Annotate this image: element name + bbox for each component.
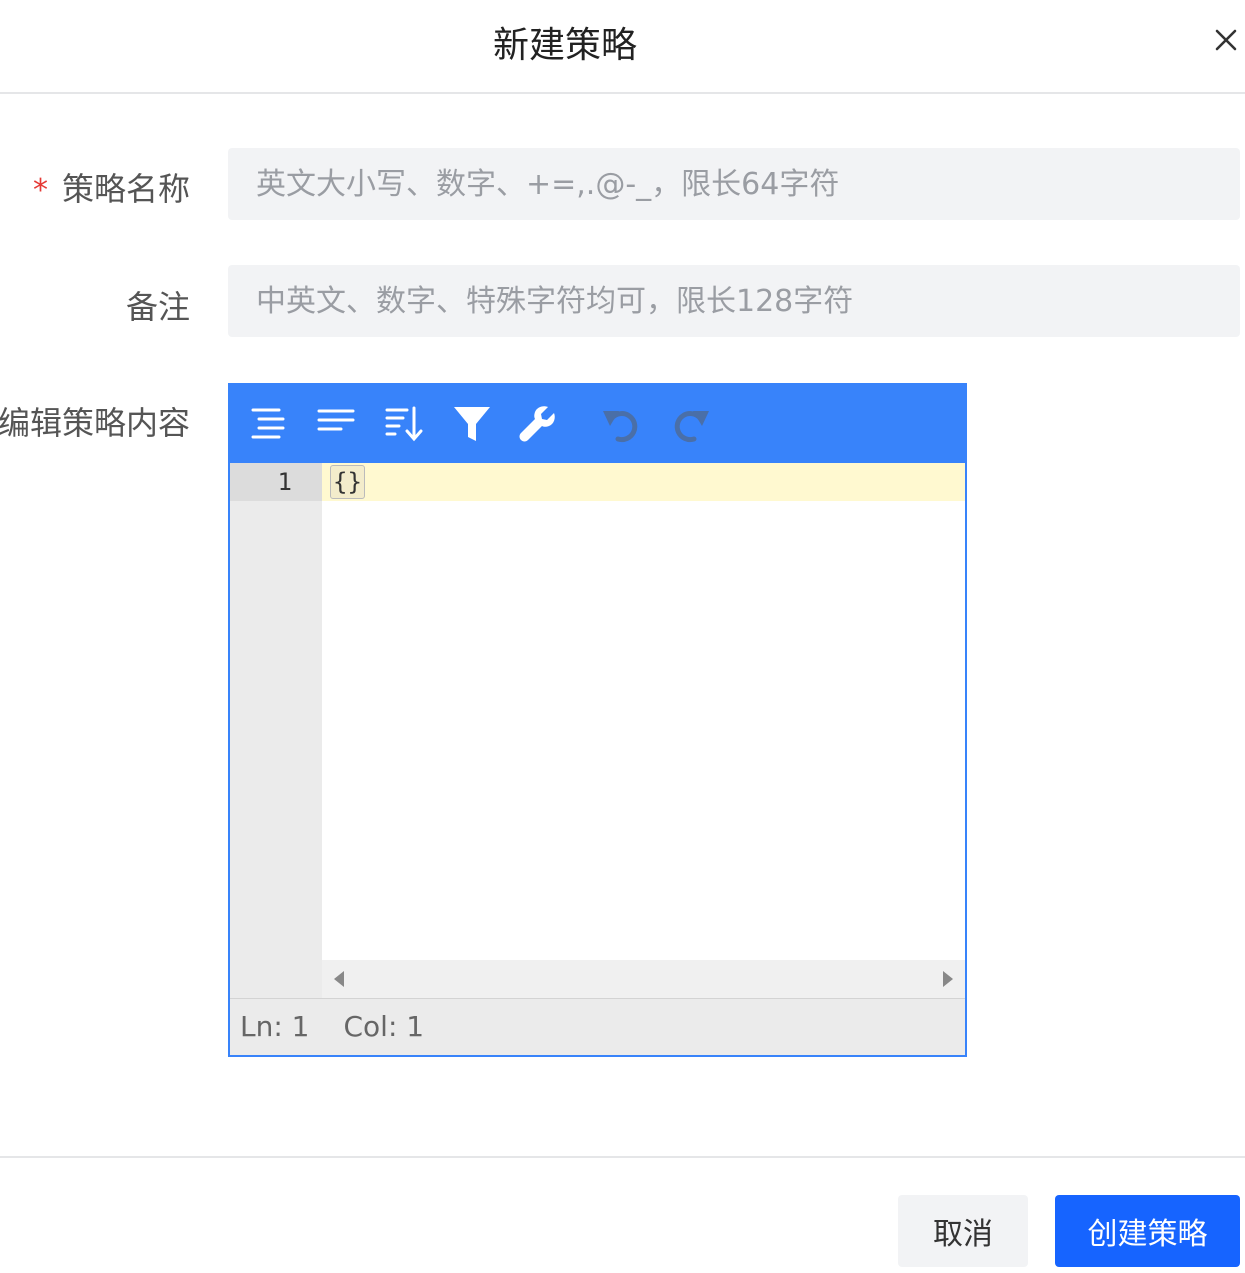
col-status: Col: 1 — [343, 1010, 425, 1043]
json-editor: 1 {} Ln: 1 Col: 1 — [228, 383, 967, 1057]
policy-name-label: * 策略名称 — [33, 164, 190, 210]
horizontal-scrollbar[interactable] — [322, 960, 965, 998]
sort-icon[interactable] — [382, 402, 426, 446]
editor-statusbar: Ln: 1 Col: 1 — [230, 998, 965, 1055]
filter-icon[interactable] — [450, 402, 494, 446]
code-area[interactable]: {} — [322, 463, 965, 960]
scroll-right-icon[interactable] — [943, 971, 953, 987]
required-mark: * — [32, 173, 48, 208]
dialog-title: 新建策略 — [492, 25, 637, 66]
cancel-button[interactable]: 取消 — [898, 1195, 1028, 1267]
dialog-header: 新建策略 — [0, 0, 1245, 94]
line-status: Ln: 1 — [240, 1010, 310, 1043]
policy-name-label-text: 策略名称 — [61, 170, 190, 208]
line-number: 1 — [230, 463, 322, 501]
undo-icon[interactable] — [600, 402, 644, 446]
repair-icon[interactable] — [516, 402, 560, 446]
line-gutter: 1 — [230, 463, 322, 998]
policy-name-input[interactable] — [228, 148, 1240, 220]
compact-icon[interactable] — [314, 402, 358, 446]
format-icon[interactable] — [246, 402, 290, 446]
remark-input[interactable] — [228, 265, 1240, 337]
close-icon[interactable] — [1212, 26, 1240, 54]
active-line-highlight — [322, 463, 965, 501]
policy-content-label: 编辑策略内容 — [0, 404, 190, 442]
redo-icon[interactable] — [668, 402, 712, 446]
code-text: {} — [330, 465, 365, 499]
scroll-left-icon[interactable] — [334, 971, 344, 987]
editor-toolbar — [230, 385, 965, 463]
footer-divider — [0, 1156, 1245, 1158]
create-policy-button[interactable]: 创建策略 — [1055, 1195, 1240, 1267]
remark-label: 备注 — [125, 288, 190, 326]
